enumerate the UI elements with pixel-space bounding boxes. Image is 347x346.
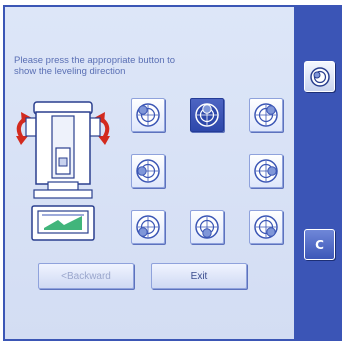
level-indicator-icon — [309, 66, 330, 87]
level-bubble-top-left-icon — [136, 103, 160, 127]
level-bubble-right-icon — [254, 159, 278, 183]
exit-button[interactable]: Exit — [151, 263, 247, 289]
clear-c-label: C — [315, 237, 324, 252]
level-bubble-bottom-left-icon — [136, 215, 160, 239]
backward-button[interactable]: <Backward — [38, 263, 134, 289]
level-indicator-button[interactable] — [304, 61, 335, 92]
clear-c-button[interactable]: C — [304, 229, 335, 260]
level-bubble-top-icon — [195, 103, 219, 127]
level-bottom-left-button[interactable] — [131, 210, 165, 244]
level-right-button[interactable] — [249, 154, 283, 188]
instruction-line-2: show the leveling direction — [14, 66, 126, 77]
level-bubble-top-right-icon — [254, 103, 278, 127]
level-left-button[interactable] — [131, 154, 165, 188]
level-top-button[interactable] — [190, 98, 224, 132]
level-bubble-bottom-right-icon — [254, 215, 278, 239]
level-bottom-right-button[interactable] — [249, 210, 283, 244]
level-top-left-button[interactable] — [131, 98, 165, 132]
instruction-line-1: Please press the appropriate button to — [14, 55, 176, 66]
level-bottom-button[interactable] — [190, 210, 224, 244]
instruction-text: Please press the appropriate button to s… — [14, 55, 264, 77]
sidebar: C — [296, 5, 342, 341]
level-bubble-left-icon — [136, 159, 160, 183]
level-bubble-bottom-icon — [195, 215, 219, 239]
level-top-right-button[interactable] — [249, 98, 283, 132]
balance-illustration — [16, 101, 110, 241]
leveling-screen: Please press the appropriate button to s… — [0, 0, 347, 346]
